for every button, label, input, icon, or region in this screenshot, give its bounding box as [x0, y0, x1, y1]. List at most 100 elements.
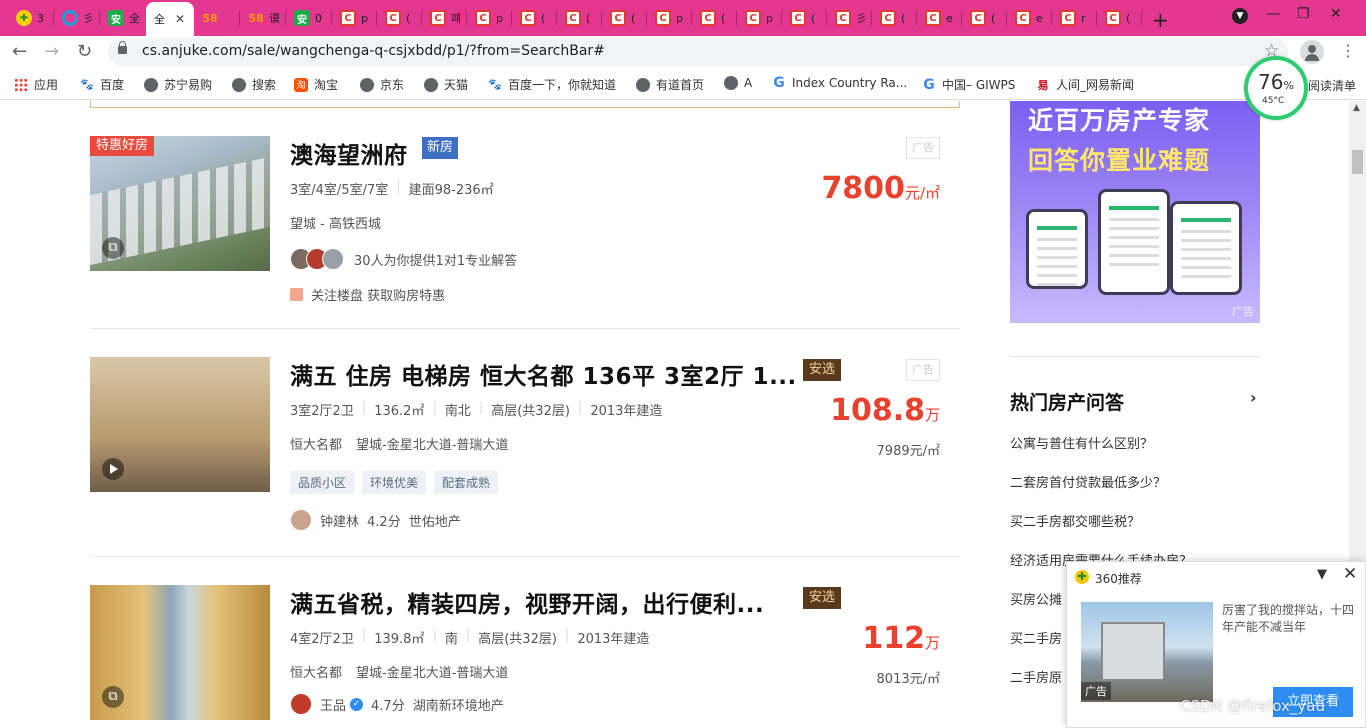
price-value: 112 [862, 621, 925, 656]
qa-item[interactable]: 二手房原 [1010, 667, 1062, 686]
minimize-button[interactable]: — [1266, 6, 1280, 22]
close-tab-icon[interactable]: ✕ [175, 12, 185, 26]
tab-25[interactable]: C( [1097, 4, 1142, 32]
tab-active[interactable]: 全 ✕ [146, 2, 194, 36]
popup-text[interactable]: 厉害了我的搅拌站，十四年产能不减当年 [1222, 602, 1362, 636]
bookmark-tmall[interactable]: 天猫 [424, 76, 468, 93]
listing-address: 恒大名都 望城-金星北大道-普瑞大道 [290, 434, 508, 453]
url-text[interactable]: cs.anjuke.com/sale/wangchenga-q-csjxbdd/… [142, 43, 605, 59]
tab-23[interactable]: Ce [1007, 4, 1052, 32]
bookmark-baidu-search[interactable]: 🐾 百度一下，你就知道 [488, 76, 616, 93]
bookmark-taobao[interactable]: 淘 淘宝 [294, 76, 338, 93]
hot-qa-title: 热门房产问答 [1010, 392, 1125, 414]
listing-thumbnail[interactable] [90, 357, 270, 492]
qa-item[interactable]: 买房公摊 [1010, 589, 1062, 608]
bookmark-label: 搜索 [252, 78, 277, 92]
tab-6[interactable]: 58 谟 [240, 4, 286, 32]
bookmark-jd[interactable]: 京东 [360, 76, 404, 93]
tab-19[interactable]: C彡 [827, 4, 872, 32]
bookmark-label: 应用 [34, 78, 59, 92]
tab-2[interactable]: 彡 [54, 4, 100, 32]
tab-24[interactable]: Cr [1052, 4, 1097, 32]
tab-7[interactable]: 安 0 [286, 4, 332, 32]
qa-item[interactable]: 买二手房 [1010, 628, 1062, 647]
bookmark-giwps[interactable]: G 中国– GIWPS [922, 76, 1015, 93]
profile-avatar-icon[interactable] [1300, 40, 1324, 64]
tab-label: ( [901, 11, 906, 25]
tab-18[interactable]: C( [782, 4, 827, 32]
tab-label: 彡 [83, 12, 94, 25]
bookmark-index-country[interactable]: G Index Country Ra... [772, 75, 907, 91]
scrollbar-thumb[interactable] [1352, 150, 1363, 174]
chevron-right-icon[interactable]: › [1250, 388, 1257, 407]
community-name[interactable]: 恒大名都 [290, 662, 342, 681]
baidu-paw-icon: 🐾 [488, 78, 502, 91]
album-icon[interactable]: ⧉ [102, 686, 124, 708]
bookmark-suning[interactable]: 苏宁易购 [144, 76, 212, 93]
follow-text: 关注楼盘 获取购房特惠 [311, 289, 446, 304]
360-icon: ✚ [16, 10, 32, 26]
listing-thumbnail[interactable]: ⧉ [90, 585, 270, 720]
orientation: 南北 [444, 404, 471, 419]
close-icon[interactable]: ✕ [1343, 564, 1357, 584]
tab-20[interactable]: C( [872, 4, 917, 32]
listing-title[interactable]: 澳海望洲府 [290, 136, 408, 170]
listing-thumbnail[interactable]: 特惠好房 ⧉ [90, 136, 270, 271]
bookmark-search[interactable]: 搜索 [232, 76, 276, 93]
agent-row[interactable]: 钟建林 4.2分 世佑地产 [290, 509, 461, 531]
listing-card[interactable]: 特惠好房 ⧉ 澳海望洲府 新房 广告 3室/4室/5室/7室 | 建面98-236… [90, 136, 960, 329]
tab-22[interactable]: C( [962, 4, 1007, 32]
listing-title[interactable]: 满五 住房 电梯房 恒大名都 136平 3室2厅 1... [290, 357, 797, 391]
new-tab-button[interactable]: + [1152, 8, 1169, 32]
bookmark-netease[interactable]: 易 人间_网易新闻 [1036, 76, 1135, 93]
price-unit: 元/㎡ [904, 184, 940, 202]
tab-16[interactable]: C( [692, 4, 737, 32]
bookmark-a[interactable]: A [724, 76, 752, 90]
expert-row[interactable]: 30人为你提供1对1专业解答 [290, 248, 517, 270]
play-icon[interactable] [102, 458, 124, 480]
tab-8[interactable]: Cp [332, 4, 377, 32]
tab-17[interactable]: Cp [737, 4, 782, 32]
tab-21[interactable]: Ce [917, 4, 962, 32]
address-bar[interactable]: cs.anjuke.com/sale/wangchenga-q-csjxbdd/… [108, 38, 1288, 66]
restore-button[interactable]: ❐ [1297, 6, 1310, 22]
bookmark-apps[interactable]: 应用 [14, 76, 58, 93]
tab-5[interactable]: 58 [194, 4, 240, 32]
listing-card[interactable]: ⧉ 满五省税，精装四房，视野开阔，出行便利... 安选 4室2厅2卫 | 139.… [90, 585, 960, 728]
tab-10[interactable]: C퍠 [422, 4, 467, 32]
reload-icon[interactable]: ↻ [77, 41, 92, 62]
weather-widget[interactable]: 76% 45°C [1244, 56, 1308, 120]
tab-search-icon[interactable]: ▼ [1232, 6, 1248, 24]
tab-15[interactable]: Cp [647, 4, 692, 32]
follow-row[interactable]: 关注楼盘 获取购房特惠 [290, 285, 445, 304]
tab-9[interactable]: C( [377, 4, 422, 32]
tab-12[interactable]: C( [512, 4, 557, 32]
qa-item[interactable]: 二套房首付贷款最低多少？ [1010, 472, 1166, 491]
qa-item[interactable]: 公寓与普住有什么区别？ [1010, 433, 1153, 452]
lock-icon[interactable] [118, 41, 127, 54]
menu-dots-icon[interactable]: ⋮ [1340, 41, 1356, 60]
tab-label: 퍠 [451, 12, 462, 25]
reading-list-button[interactable]: 阅读清单 [1308, 77, 1356, 94]
album-icon[interactable]: ⧉ [102, 237, 124, 259]
side-ad-banner[interactable]: 近百万房产专家 回答你置业难题 广告 [1010, 101, 1260, 323]
tab-3[interactable]: 安 全 [100, 4, 146, 32]
c-icon: C [1060, 10, 1076, 26]
bookmark-baidu[interactable]: 🐾 百度 [80, 76, 124, 93]
price-unit: 万 [924, 634, 940, 652]
qa-item[interactable]: 买二手房都交哪些税？ [1010, 511, 1140, 530]
bookmark-youdao[interactable]: 有道首页 [636, 76, 704, 93]
chevron-down-icon[interactable]: ▼ [1317, 567, 1327, 582]
tab-13[interactable]: C( [557, 4, 602, 32]
tab-11[interactable]: Cp [467, 4, 512, 32]
back-arrow-icon[interactable]: ← [12, 41, 27, 62]
listing-title[interactable]: 满五省税，精装四房，视野开阔，出行便利... [290, 585, 764, 619]
tab-14[interactable]: C( [602, 4, 647, 32]
forward-arrow-icon[interactable]: → [44, 41, 59, 62]
agent-row[interactable]: 王品 ✓ 4.7分 湖南新环境地产 [290, 693, 504, 715]
listing-card[interactable]: 满五 住房 电梯房 恒大名都 136平 3室2厅 1... 安选 广告 3室2厅… [90, 357, 960, 557]
scroll-up-arrow-icon[interactable]: ▲ [1353, 103, 1360, 113]
close-window-button[interactable]: ✕ [1330, 6, 1342, 22]
community-name[interactable]: 恒大名都 [290, 434, 342, 453]
tab-1[interactable]: ✚ 3 [8, 4, 54, 32]
